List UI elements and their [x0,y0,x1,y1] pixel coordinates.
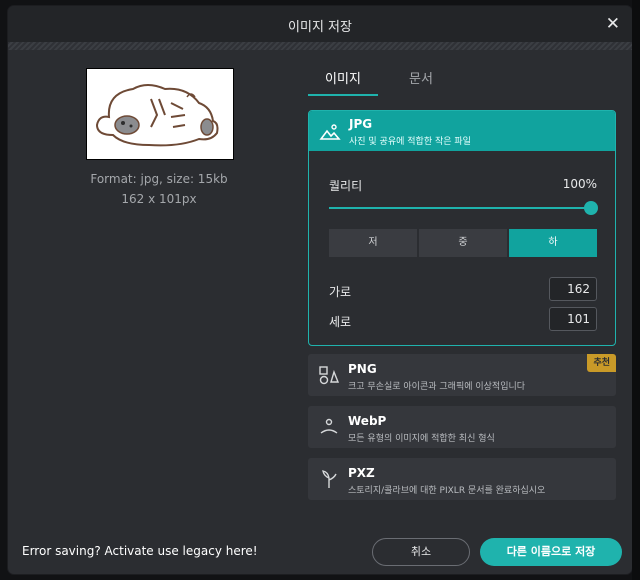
quality-low-button[interactable]: 저 [329,229,417,257]
png-description: 크고 무손실로 아이콘과 그래픽에 이상적입니다 [348,382,526,392]
pxz-format-card[interactable]: PXZ 스토리지/콜라브에 대한 PIXLR 문서를 완료하십시오 [308,458,616,500]
active-tab-indicator [308,94,378,96]
format-info: Format: jpg, size: 15kb [90,172,228,186]
save-as-button[interactable]: 다른 이름으로 저장 [480,538,622,566]
legacy-save-link[interactable]: Error saving? Activate use legacy here! [22,544,258,558]
jpg-format-panel: JPG 사진 및 공유에 적합한 작은 파일 퀄리티 100% 저 중 하 가로… [308,110,616,346]
window-edge [632,0,640,580]
pxz-icon [322,470,337,488]
quality-value: 100% [562,177,597,191]
dialog-title: 이미지 저장 [288,20,352,35]
pxz-description: 스토리지/콜라브에 대한 PIXLR 문서를 완료하십시오 [348,486,546,496]
recommended-badge: 추천 [587,354,616,372]
quality-slider[interactable] [329,207,591,209]
png-format-card[interactable]: PNG 크고 무손실로 아이콘과 그래픽에 이상적입니다 추천 [308,354,616,396]
pxz-title: PXZ [348,466,375,480]
jpg-format-card[interactable]: JPG 사진 및 공유에 적합한 작은 파일 [309,111,615,151]
height-label: 세로 [329,315,352,329]
png-title: PNG [348,362,377,376]
dialog-titlebar: 이미지 저장 ✕ [8,6,632,42]
cancel-button[interactable]: 취소 [372,538,470,566]
webp-description: 모든 유형의 이미지에 적합한 최신 형식 [348,434,495,444]
dimensions-info: 162 x 101px [121,192,197,206]
tab-document[interactable]: 문서 [393,68,449,87]
width-input[interactable]: 162 [549,277,597,301]
cat-illustration [95,84,219,147]
shapes-icon [319,366,340,385]
webp-icon [320,418,338,434]
jpg-title: JPG [349,117,373,131]
webp-format-card[interactable]: WebP 모든 유형의 이미지에 적합한 최신 형식 [308,406,616,448]
tab-image[interactable]: 이미지 [308,68,378,87]
height-input[interactable]: 101 [549,307,597,331]
quality-medium-button[interactable]: 중 [419,229,507,257]
save-image-dialog: 이미지 저장 ✕ Format: jpg, size: 15kb 162 x 1… [8,6,632,574]
title-divider [8,42,632,50]
webp-title: WebP [348,414,387,428]
image-preview [86,68,234,160]
width-label: 가로 [329,285,352,299]
close-icon[interactable]: ✕ [606,14,620,34]
quality-label: 퀄리티 [329,179,363,193]
quality-slider-fill [329,207,591,209]
quality-high-button[interactable]: 하 [509,229,597,257]
jpg-description: 사진 및 공유에 적합한 작은 파일 [349,137,471,147]
quality-slider-handle[interactable] [584,201,598,215]
landscape-icon [319,124,341,140]
